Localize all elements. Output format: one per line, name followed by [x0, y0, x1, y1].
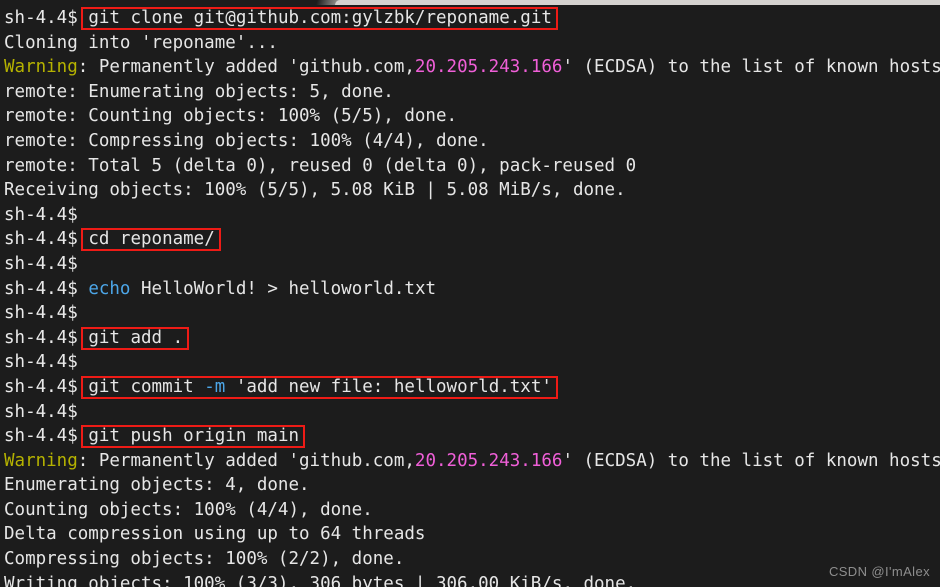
terminal-text-segment: : Permanently added 'github.com,: [77, 57, 415, 78]
terminal-text-segment: 20.205.243.166: [414, 57, 563, 78]
terminal-text-segment: Warning: [4, 450, 78, 471]
shell-prompt: sh-4.4$: [4, 327, 78, 348]
terminal-text-segment: remote: Total 5 (delta 0), reused 0 (del…: [4, 155, 637, 176]
shell-prompt: sh-4.4$: [4, 352, 78, 373]
terminal-output-line: Cloning into 'reponame'...: [4, 31, 940, 56]
csdn-watermark: CSDN @I'mAlex: [828, 564, 930, 579]
terminal-text-segment: Writing objects: 100% (3/3), 306 bytes |…: [4, 573, 637, 587]
terminal-text-segment: 'add new file: helloworld.txt': [225, 376, 552, 397]
terminal-output-line: Writing objects: 100% (3/3), 306 bytes |…: [4, 572, 940, 587]
terminal-command-line: sh-4.4$: [4, 301, 940, 326]
shell-prompt: sh-4.4$: [4, 204, 78, 225]
terminal-output-line: Warning: Permanently added 'github.com,2…: [4, 55, 940, 80]
shell-prompt: sh-4.4$: [4, 229, 78, 250]
terminal-output-line: remote: Counting objects: 100% (5/5), do…: [4, 104, 940, 129]
terminal-text-segment: Receiving objects: 100% (5/5), 5.08 KiB …: [4, 180, 626, 201]
terminal-text-segment: remote: Compressing objects: 100% (4/4),…: [4, 130, 489, 151]
terminal-command-line: sh-4.4$ git clone git@github.com:gylzbk/…: [4, 6, 940, 31]
terminal-command-line: sh-4.4$: [4, 203, 940, 228]
shell-prompt: sh-4.4$: [4, 426, 78, 447]
terminal-text-segment: ' (ECDSA) to the list of known hosts.: [562, 450, 940, 471]
terminal-text-segment: Delta compression using up to 64 threads: [4, 524, 426, 545]
terminal-text-segment: git add .: [88, 327, 184, 348]
terminal-output-line: remote: Total 5 (delta 0), reused 0 (del…: [4, 154, 940, 179]
terminal-output-line: remote: Compressing objects: 100% (4/4),…: [4, 129, 940, 154]
terminal-output-line: Enumerating objects: 4, done.: [4, 473, 940, 498]
terminal-window[interactable]: sh-4.4$ git clone git@github.com:gylzbk/…: [0, 0, 940, 587]
terminal-text-segment: git clone git@github.com:gylzbk/reponame…: [88, 8, 552, 28]
terminal-text-segment: Compressing objects: 100% (2/2), done.: [4, 549, 405, 570]
terminal-screen[interactable]: sh-4.4$ git clone git@github.com:gylzbk/…: [0, 5, 940, 587]
terminal-text-segment: Enumerating objects: 4, done.: [4, 475, 310, 496]
terminal-text-segment: Cloning into 'reponame'...: [4, 32, 278, 53]
shell-prompt: sh-4.4$: [4, 376, 78, 397]
terminal-output-line: Receiving objects: 100% (5/5), 5.08 KiB …: [4, 178, 940, 203]
terminal-output-line: remote: Enumerating objects: 5, done.: [4, 80, 940, 105]
terminal-text-segment: git commit: [88, 376, 205, 397]
shell-prompt: sh-4.4$: [4, 253, 78, 274]
terminal-command-line: sh-4.4$ git push origin main: [4, 424, 940, 449]
shell-prompt: sh-4.4$: [4, 278, 78, 299]
terminal-text-segment: remote: Enumerating objects: 5, done.: [4, 81, 394, 102]
terminal-text-segment: : Permanently added 'github.com,: [77, 450, 415, 471]
terminal-output-line: Warning: Permanently added 'github.com,2…: [4, 449, 940, 474]
terminal-text-segment: Warning: [4, 57, 78, 78]
terminal-output-line: Delta compression using up to 64 threads: [4, 522, 940, 547]
shell-prompt: sh-4.4$: [4, 303, 78, 324]
terminal-command-line: sh-4.4$ git add .: [4, 326, 940, 351]
terminal-command-line: sh-4.4$ echo HelloWorld! > helloworld.tx…: [4, 277, 940, 302]
terminal-text-segment: 20.205.243.166: [414, 450, 563, 471]
terminal-command-line: sh-4.4$ cd reponame/: [4, 227, 940, 252]
terminal-text-segment: ' (ECDSA) to the list of known hosts.: [562, 57, 940, 78]
terminal-output-line: Counting objects: 100% (4/4), done.: [4, 498, 940, 523]
terminal-command-line: sh-4.4$: [4, 350, 940, 375]
terminal-text-segment: Counting objects: 100% (4/4), done.: [4, 499, 373, 520]
shell-prompt: sh-4.4$: [4, 401, 78, 422]
shell-prompt: sh-4.4$: [4, 8, 78, 28]
terminal-command-line: sh-4.4$: [4, 252, 940, 277]
terminal-command-line: sh-4.4$: [4, 400, 940, 425]
terminal-text-segment: HelloWorld! > helloworld.txt: [130, 278, 437, 299]
terminal-text-segment: echo: [88, 278, 131, 299]
terminal-text-segment: -m: [204, 376, 226, 397]
terminal-command-line: sh-4.4$ git commit -m 'add new file: hel…: [4, 375, 940, 400]
terminal-output-line: Compressing objects: 100% (2/2), done.: [4, 547, 940, 572]
terminal-text-segment: remote: Counting objects: 100% (5/5), do…: [4, 106, 458, 127]
terminal-text-segment: cd reponame/: [88, 229, 215, 250]
terminal-text-segment: git push origin main: [88, 426, 300, 447]
